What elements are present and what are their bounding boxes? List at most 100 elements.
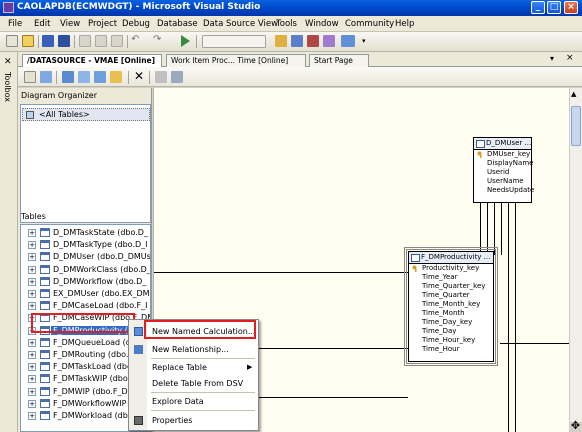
expand-icon[interactable]: + — [28, 241, 36, 250]
menu-debug[interactable]: Debug — [122, 19, 150, 29]
table-label: F_DMTaskWIP (dbo.F_ — [53, 374, 139, 384]
entity-f-dmproductivity[interactable]: F_DMProductivity ... Productivity_key Tim… — [404, 247, 498, 366]
diagram-organizer-header: Diagram Organizer — [21, 91, 98, 100]
expand-icon[interactable]: + — [28, 229, 36, 237]
expand-icon[interactable]: + — [28, 302, 36, 311]
table-row[interactable]: + D_DMTaskType (dbo.D_I — [21, 239, 150, 251]
menu-edit[interactable]: Edit — [34, 19, 50, 29]
toolbar-options-chevron-icon[interactable]: ▾ — [362, 35, 369, 47]
table-icon — [40, 289, 50, 298]
menu-item-explore-data[interactable]: Explore Data — [129, 394, 258, 409]
toolbox-strip[interactable]: ✕ Toolbox — [0, 52, 18, 432]
refresh-icon[interactable] — [110, 71, 122, 83]
table-row[interactable]: + D_DMTaskState (dbo.D_ — [21, 227, 150, 239]
diagram-icon[interactable] — [78, 71, 90, 83]
menu-item-properties[interactable]: Properties — [129, 413, 258, 428]
tab-datasource[interactable]: /DATASOURCE - VMAE [Online] — [22, 54, 162, 68]
toolbox-window-icon[interactable] — [341, 35, 355, 47]
navigation-cross-icon[interactable]: ✥ — [569, 420, 582, 432]
entity-d-dmuser[interactable]: D_DMUser ... DMUser_key DisplayName Userid… — [473, 137, 534, 203]
all-tables-item[interactable]: <All Tables> — [22, 108, 150, 121]
scroll-up-icon[interactable]: ▲ — [571, 90, 576, 98]
delete-icon[interactable]: ✕ — [134, 69, 144, 83]
entity-field[interactable]: DisplayName — [474, 159, 534, 168]
entity-field[interactable]: Userid — [474, 168, 531, 177]
save-icon[interactable] — [42, 35, 54, 47]
find-table-icon[interactable] — [155, 71, 167, 83]
expand-icon[interactable]: + — [28, 265, 36, 274]
table-row[interactable]: + D_DMWorkClass (dbo.D_ — [21, 264, 150, 276]
save-all-icon[interactable] — [58, 35, 70, 47]
table-label: D_DMUser (dbo.D_DMUs — [53, 252, 151, 262]
expand-icon[interactable]: + — [28, 351, 36, 359]
expand-icon[interactable]: + — [28, 412, 36, 420]
entity-field[interactable]: UserName — [474, 177, 531, 186]
menu-data-source-view[interactable]: Data Source View — [203, 19, 278, 29]
menu-project[interactable]: Project — [88, 19, 117, 29]
new-named-query-icon[interactable] — [40, 71, 52, 83]
entity-field[interactable]: Time_Quarter_key — [409, 282, 493, 291]
redo-icon[interactable]: ↷ — [153, 35, 165, 47]
entity-field[interactable]: DMUser_key — [474, 150, 531, 159]
menu-item-replace-table[interactable]: Replace Table ▶ — [129, 360, 258, 375]
properties-window-icon[interactable] — [307, 35, 319, 47]
menu-community[interactable]: Community — [345, 19, 394, 29]
maximize-icon[interactable]: □ — [547, 1, 561, 14]
expand-icon[interactable]: + — [28, 399, 36, 408]
vertical-scrollbar[interactable]: ▲ — [569, 88, 582, 422]
menu-window[interactable]: Window — [305, 19, 339, 29]
minimize-icon[interactable]: _ — [531, 1, 545, 14]
table-row[interactable]: + D_DMWorkflow (dbo.D_ — [21, 276, 150, 288]
field-label: DisplayName — [487, 159, 534, 167]
add-remove-tables-icon[interactable] — [24, 71, 36, 83]
new-relationship-icon[interactable] — [62, 71, 74, 83]
menu-view[interactable]: View — [60, 19, 80, 29]
undo-icon[interactable]: ↶ — [131, 35, 143, 47]
entity-field[interactable]: Time_Month_key — [409, 300, 493, 309]
expand-icon[interactable]: + — [28, 277, 36, 286]
entity-field[interactable]: Time_Hour — [409, 345, 493, 354]
entity-field[interactable]: NeedsUpdate — [474, 186, 534, 195]
menu-tools[interactable]: Tools — [276, 19, 297, 29]
zoom-icon[interactable] — [171, 71, 183, 83]
expand-icon[interactable]: + — [28, 338, 36, 347]
table-row[interactable]: + D_DMUser (dbo.D_DMUs — [21, 251, 151, 263]
entity-field[interactable]: Time_Quarter — [409, 291, 493, 300]
find-in-files-icon[interactable] — [275, 35, 287, 47]
entity-field[interactable]: Time_Month — [409, 309, 493, 318]
object-browser-icon[interactable] — [323, 35, 335, 47]
tab-start-page[interactable]: Start Page — [309, 54, 369, 67]
expand-icon[interactable]: + — [28, 253, 36, 262]
expand-icon[interactable]: + — [28, 387, 36, 396]
close-icon[interactable]: × — [564, 1, 578, 14]
new-project-icon[interactable] — [6, 35, 18, 47]
close-document-icon[interactable]: × — [566, 53, 574, 63]
menu-file[interactable]: File — [8, 19, 22, 29]
entity-field[interactable]: Time_Day — [409, 327, 493, 336]
menu-help[interactable]: Help — [395, 19, 414, 29]
tab-work-item-proc[interactable]: Work Item Proc... Time [Online] — [166, 54, 306, 67]
arrange-tables-icon[interactable] — [94, 71, 106, 83]
cut-icon[interactable] — [79, 35, 91, 47]
menu-item-new-relationship[interactable]: New Relationship... — [129, 342, 258, 357]
start-debug-icon[interactable] — [181, 35, 190, 47]
table-row[interactable]: + F_DMCaseLoad (dbo.F_I — [21, 300, 150, 312]
add-item-icon[interactable] — [22, 35, 34, 47]
tab-list-chevron-icon[interactable]: ▾ — [550, 54, 554, 63]
toolbox-label[interactable]: Toolbox — [3, 72, 12, 102]
expand-icon[interactable]: + — [28, 363, 36, 372]
solution-explorer-icon[interactable] — [291, 35, 303, 47]
scrollbar-thumb[interactable] — [571, 106, 581, 146]
entity-field[interactable]: Time_Day_key — [409, 318, 493, 327]
entity-field[interactable]: Time_Hour_key — [409, 336, 493, 345]
entity-field[interactable]: Productivity_key — [409, 264, 493, 273]
menu-database[interactable]: Database — [157, 19, 198, 29]
copy-icon[interactable] — [95, 35, 107, 47]
table-row[interactable]: + EX_DMUser (dbo.EX_DM — [21, 288, 150, 300]
expand-icon[interactable]: + — [28, 290, 36, 298]
expand-icon[interactable]: + — [28, 375, 36, 384]
solution-config-dropdown[interactable] — [202, 35, 266, 48]
menu-item-delete-table[interactable]: Delete Table From DSV — [129, 376, 258, 391]
paste-icon[interactable] — [111, 35, 123, 47]
entity-field[interactable]: Time_Year — [409, 273, 493, 282]
